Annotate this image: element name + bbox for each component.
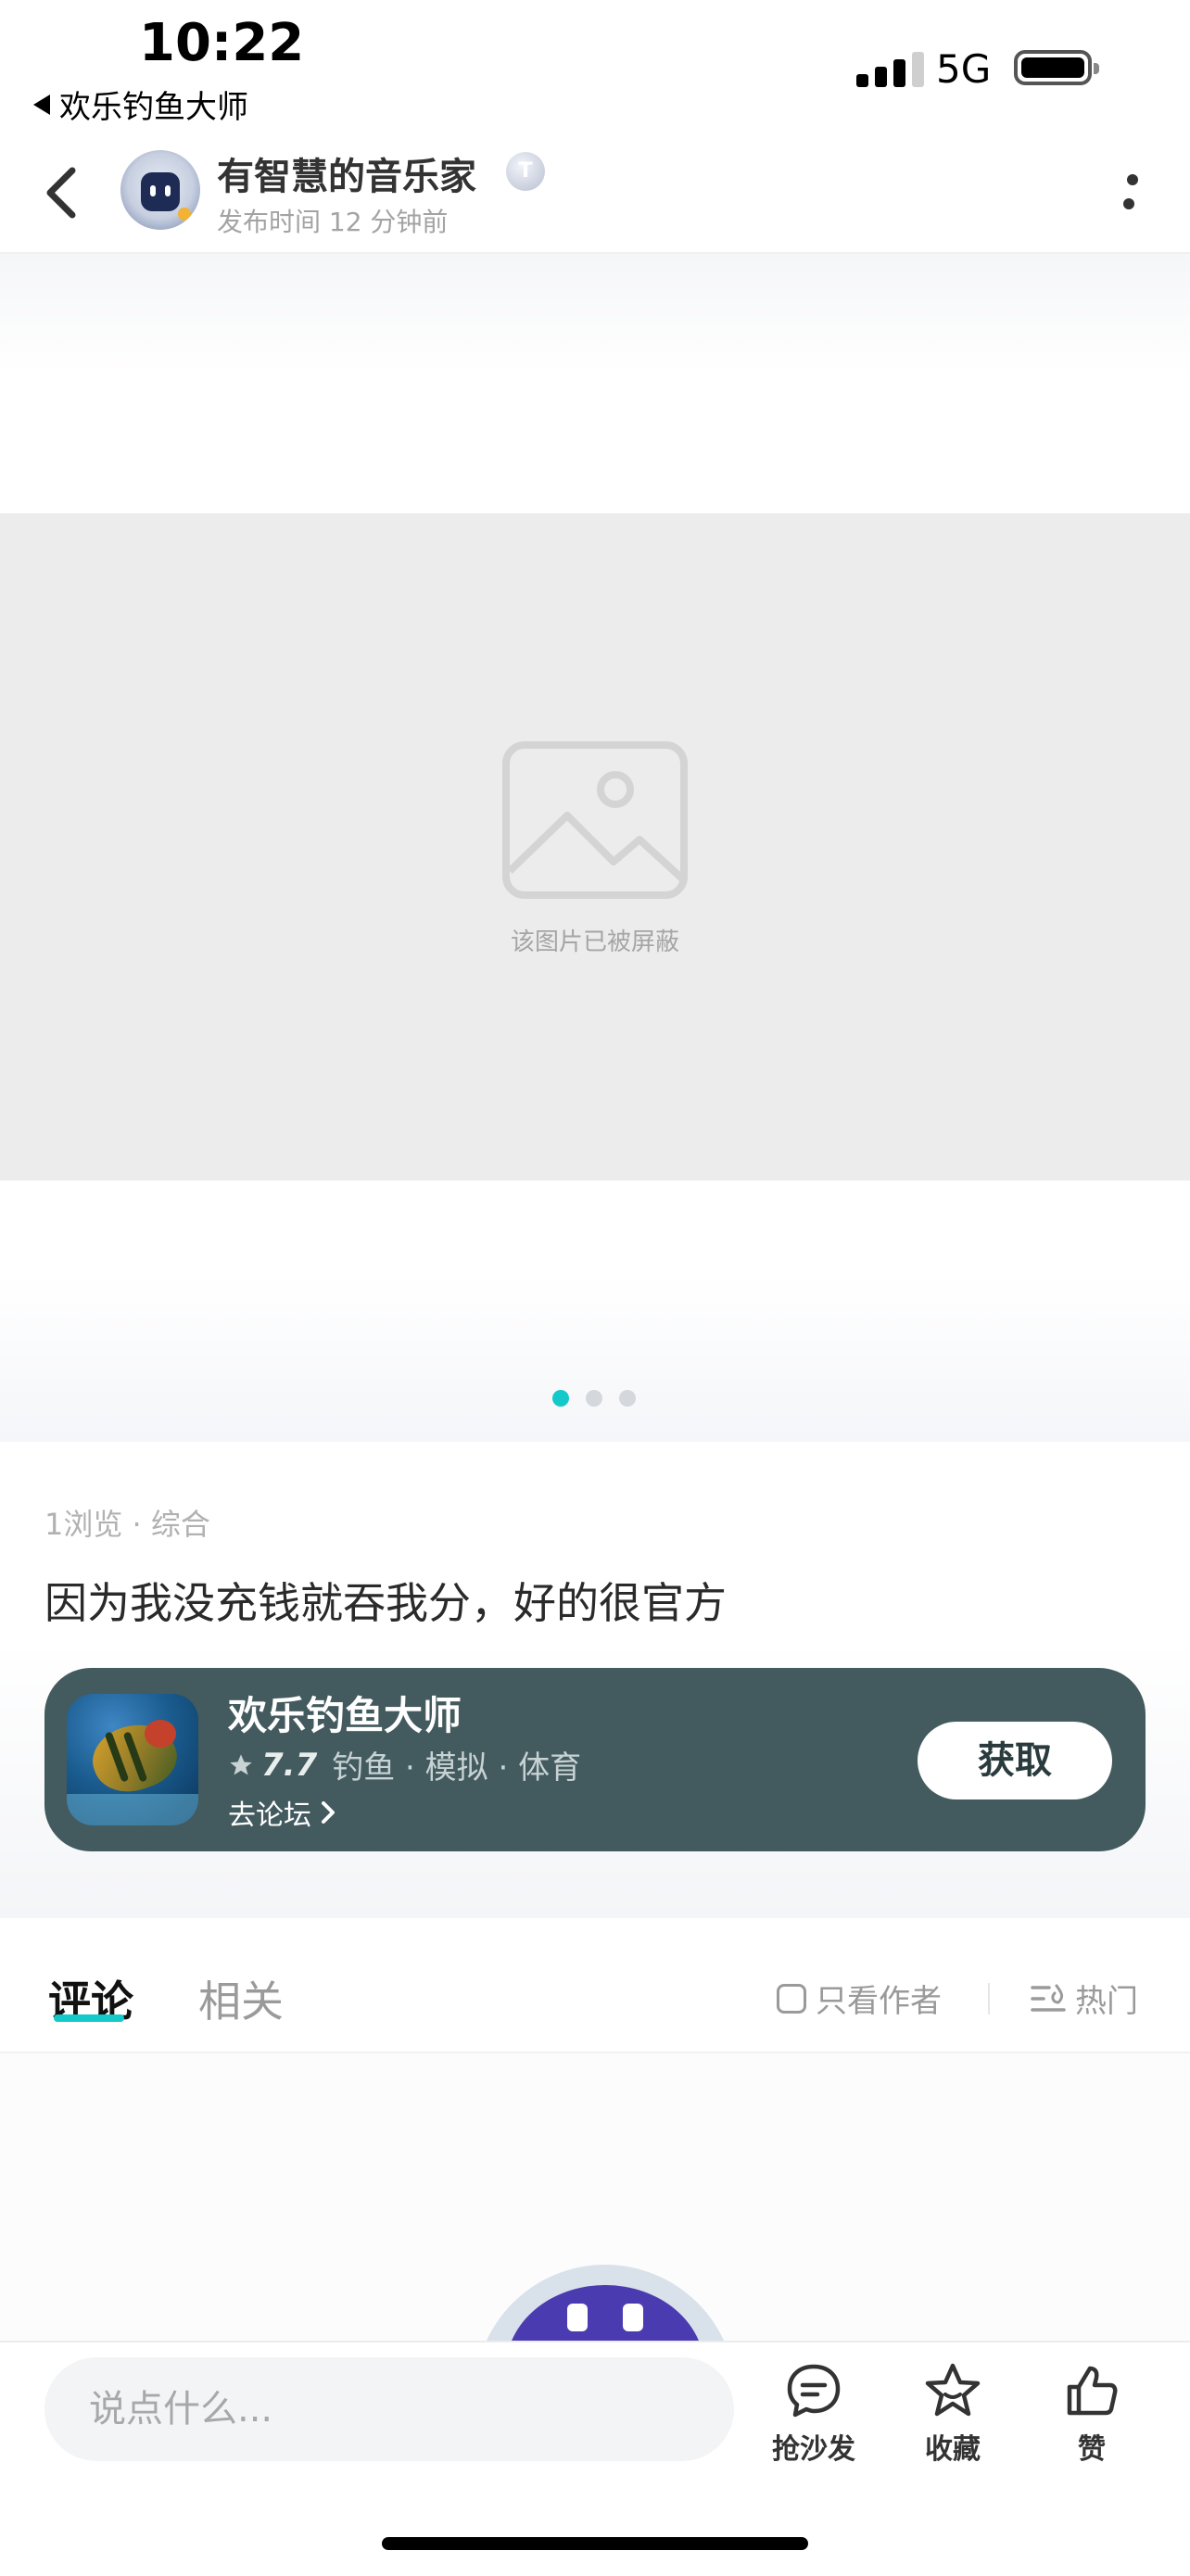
pagination-dot-2[interactable]: [586, 1390, 602, 1407]
sofa-label: 抢沙发: [772, 2433, 855, 2466]
favorite-label: 收藏: [925, 2433, 981, 2466]
home-indicator: [382, 2537, 808, 2550]
comment-bubble-icon: [787, 2364, 841, 2418]
pagination-dot-3[interactable]: [619, 1390, 636, 1407]
like-label: 赞: [1078, 2433, 1106, 2466]
status-time: 10:22: [139, 13, 305, 73]
only-author-label: 只看作者: [816, 1983, 942, 2020]
tab-related[interactable]: 相关: [198, 1968, 284, 2029]
post-title: 因为我没充钱就吞我分，好的很官方: [44, 1578, 727, 1628]
star-outline-icon: [925, 2363, 981, 2417]
signal-icon: [856, 50, 924, 87]
more-dot-icon: [1123, 198, 1134, 209]
back-to-app-link[interactable]: 欢乐钓鱼大师: [33, 82, 248, 127]
chevron-right-icon: [322, 1801, 335, 1824]
post-time: 发布时间 12 分钟前: [217, 207, 449, 237]
active-tab-indicator: [54, 2014, 124, 2022]
post-meta: 1浏览 · 综合: [44, 1507, 210, 1542]
sort-icon: [1031, 1984, 1066, 2012]
author-level-badge: T: [506, 152, 545, 191]
checkbox-icon[interactable]: [777, 1983, 806, 2014]
carousel-pagination[interactable]: [552, 1390, 636, 1407]
like-button[interactable]: 赞: [1036, 2361, 1147, 2467]
sofa-button[interactable]: 抢沙发: [758, 2361, 869, 2467]
thumbs-up-icon: [1067, 2366, 1118, 2416]
image-placeholder-icon: [502, 741, 688, 899]
sort-label: 热门: [1075, 1983, 1138, 2020]
forum-link-label: 去论坛: [228, 1799, 311, 1832]
chevron-left-icon: [46, 167, 76, 219]
favorite-button[interactable]: 收藏: [897, 2361, 1008, 2467]
back-button[interactable]: [35, 156, 91, 230]
more-dot-icon: [1127, 174, 1138, 185]
tab-separator: [988, 1983, 990, 2014]
app-icon[interactable]: [67, 1694, 198, 1825]
author-name[interactable]: 有智慧的音乐家: [217, 146, 476, 200]
go-to-forum-link[interactable]: 去论坛: [228, 1792, 337, 1833]
only-author-toggle[interactable]: 只看作者: [777, 1976, 942, 2021]
blocked-image-text: 该图片已被屏蔽: [510, 928, 679, 956]
back-app-label: 欢乐钓鱼大师: [59, 89, 248, 126]
app-name[interactable]: 欢乐钓鱼大师: [228, 1685, 462, 1741]
comment-input[interactable]: [44, 2357, 734, 2461]
app-rating-score: 7.7: [261, 1746, 318, 1784]
get-app-button[interactable]: 获取: [918, 1722, 1112, 1799]
author-avatar[interactable]: [120, 150, 200, 230]
network-label: 5G: [936, 46, 992, 92]
comment-input-wrapper[interactable]: [44, 2357, 734, 2461]
app-rating-row: 7.7 钓鱼 · 模拟 · 体育: [228, 1742, 581, 1787]
pagination-dot-1[interactable]: [552, 1390, 569, 1407]
sort-hot-button[interactable]: 热门: [1031, 1976, 1138, 2021]
back-triangle-icon: [33, 94, 50, 115]
star-icon: [230, 1753, 252, 1774]
more-options-button[interactable]: [1121, 165, 1142, 221]
app-categories: 钓鱼 · 模拟 · 体育: [332, 1749, 582, 1787]
battery-icon: [1014, 50, 1099, 85]
